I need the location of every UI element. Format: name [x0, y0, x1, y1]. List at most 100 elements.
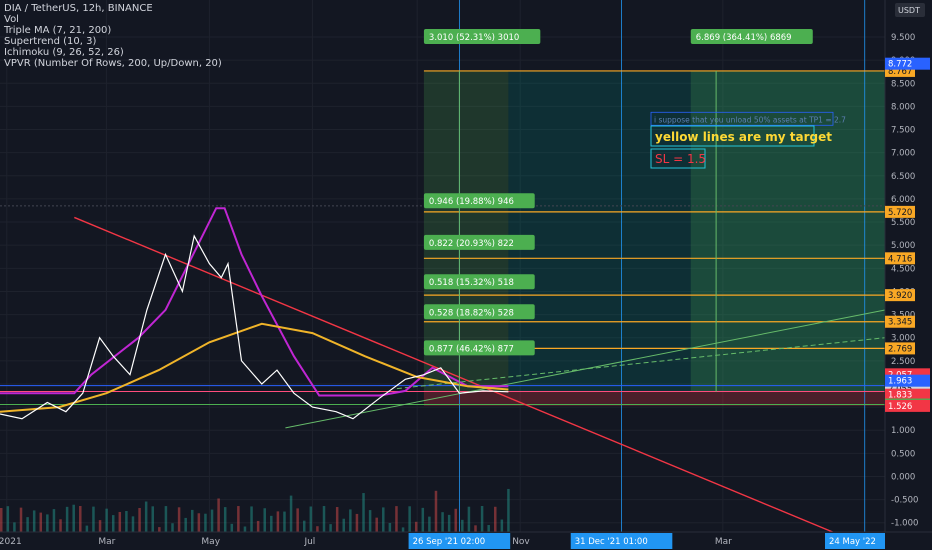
volume-bar	[408, 506, 411, 532]
volume-bar	[85, 525, 89, 532]
x-tick-label: May	[201, 537, 220, 547]
volume-bar	[395, 506, 398, 532]
volume-bar	[210, 509, 214, 532]
volume-bar	[138, 507, 141, 532]
chart-stage: 3.010 (52.31%) 3010 6.869 (364.41%) 6869 0…	[0, 0, 932, 550]
volume-bar	[0, 508, 3, 532]
measure-label-text: 0.877 (46.42%) 877	[429, 344, 514, 354]
target-price-text: 2.769	[888, 344, 912, 354]
volume-bar	[256, 520, 260, 532]
volume-bar	[474, 525, 477, 532]
volume-bar	[441, 512, 444, 532]
price-tag-text: 1.526	[888, 402, 912, 412]
volume-bar	[79, 506, 82, 532]
volume-bar	[362, 493, 365, 532]
volume-bar	[125, 510, 128, 532]
crosshair-date-text: 26 Sep '21 02:00	[413, 537, 486, 547]
symbol-title[interactable]: DIA / TetherUS, 12h, BINANCE	[4, 3, 222, 14]
volume-bar	[322, 506, 326, 532]
indicator-vol[interactable]: Vol	[4, 14, 222, 25]
volume-bar	[263, 508, 266, 532]
volume-bar	[72, 504, 75, 532]
volume-bar	[243, 526, 247, 532]
volume-bar	[329, 524, 332, 532]
volume-bar	[355, 513, 359, 532]
indicator-supertrend[interactable]: Supertrend (10, 3)	[4, 36, 222, 47]
indicator-vpvr[interactable]: VPVR (Number Of Rows, 200, Up/Down, 20)	[4, 58, 222, 69]
volume-bar	[46, 514, 49, 532]
chart-legend: DIA / TetherUS, 12h, BINANCE Vol Triple …	[4, 3, 222, 69]
y-tick-label: 3.000	[891, 334, 915, 344]
y-tick-label: 9.500	[891, 33, 915, 43]
measure-label-text: 0.946 (19.88%) 946	[429, 197, 514, 207]
indicator-triple-ma[interactable]: Triple MA (7, 21, 200)	[4, 25, 222, 36]
volume-bar	[316, 526, 319, 532]
target-price-text: 5.720	[888, 208, 912, 218]
y-tick-label: 6.500	[891, 172, 915, 182]
crosshair-date-text: 31 Dec '21 01:00	[575, 537, 648, 547]
volume-bar	[191, 509, 194, 532]
volume-bar	[447, 514, 451, 532]
volume-bar	[32, 510, 36, 532]
volume-bar	[59, 519, 62, 532]
volume-bar	[98, 520, 102, 532]
y-tick-label: 8.000	[891, 102, 915, 112]
y-tick-label: 7.500	[891, 126, 915, 136]
volume-bar	[414, 521, 418, 532]
volume-bar	[118, 511, 122, 532]
volume-bar	[250, 506, 253, 532]
volume-bar	[401, 527, 405, 532]
volume-bar	[26, 517, 29, 532]
volume-bar	[111, 515, 115, 532]
volume-bar	[421, 507, 425, 532]
volume-bar	[131, 516, 135, 532]
crosshair-date-text: 24 May '22	[829, 537, 876, 547]
indicator-ichimoku[interactable]: Ichimoku (9, 26, 52, 26)	[4, 47, 222, 58]
volume-bar	[349, 509, 352, 532]
volume-bar	[230, 523, 234, 532]
volume-bar	[487, 525, 490, 532]
y-tick-label: 6.000	[891, 195, 915, 205]
volume-bar	[428, 516, 431, 532]
volume-bar	[144, 501, 148, 532]
x-tick-label: 2021	[0, 537, 22, 547]
volume-bar	[184, 517, 187, 532]
volume-bar	[197, 513, 201, 532]
x-tick-label: Nov	[512, 537, 530, 547]
x-tick-label: Mar	[98, 537, 115, 547]
stop-loss-zone	[423, 391, 885, 406]
x-tick-label: Mar	[715, 537, 732, 547]
volume-bar	[296, 508, 299, 532]
volume-bar	[480, 506, 484, 532]
measure-label-text: 3.010 (52.31%) 3010	[429, 33, 519, 43]
y-tick-label: 8.500	[891, 79, 915, 89]
volume-bar	[151, 506, 154, 532]
price-chart[interactable]: 3.010 (52.31%) 3010 6.869 (364.41%) 6869 0…	[0, 0, 932, 550]
volume-bar	[368, 510, 372, 532]
volume-bar	[105, 508, 108, 532]
y-tick-label: 5.500	[891, 218, 915, 228]
volume-bar	[467, 506, 471, 532]
note-sl: SL = 1.5	[655, 152, 706, 166]
volume-bar	[302, 520, 306, 532]
y-tick-label: -1.000	[891, 519, 918, 529]
volume-bar	[270, 515, 273, 532]
note-target: yellow lines are my target	[655, 130, 832, 144]
volume-bar	[6, 506, 10, 532]
volume-bar	[65, 506, 69, 532]
note-tp1: i suppose that you unload 50% assets at …	[654, 115, 846, 124]
y-tick-label: 1.000	[891, 426, 915, 436]
volume-bar	[204, 513, 207, 532]
target-price-text: 4.716	[888, 254, 912, 264]
volume-bar	[434, 490, 438, 532]
volume-bar	[13, 522, 16, 532]
volume-bar	[454, 508, 457, 532]
volume-bar	[375, 517, 378, 532]
volume-bar	[164, 506, 168, 532]
volume-bar	[388, 522, 392, 532]
measure-label-text: 0.528 (18.82%) 528	[429, 308, 514, 318]
volume-bar	[283, 511, 286, 532]
volume-bar	[19, 507, 23, 532]
volume-bar	[276, 511, 280, 532]
volume-bar	[158, 527, 161, 532]
